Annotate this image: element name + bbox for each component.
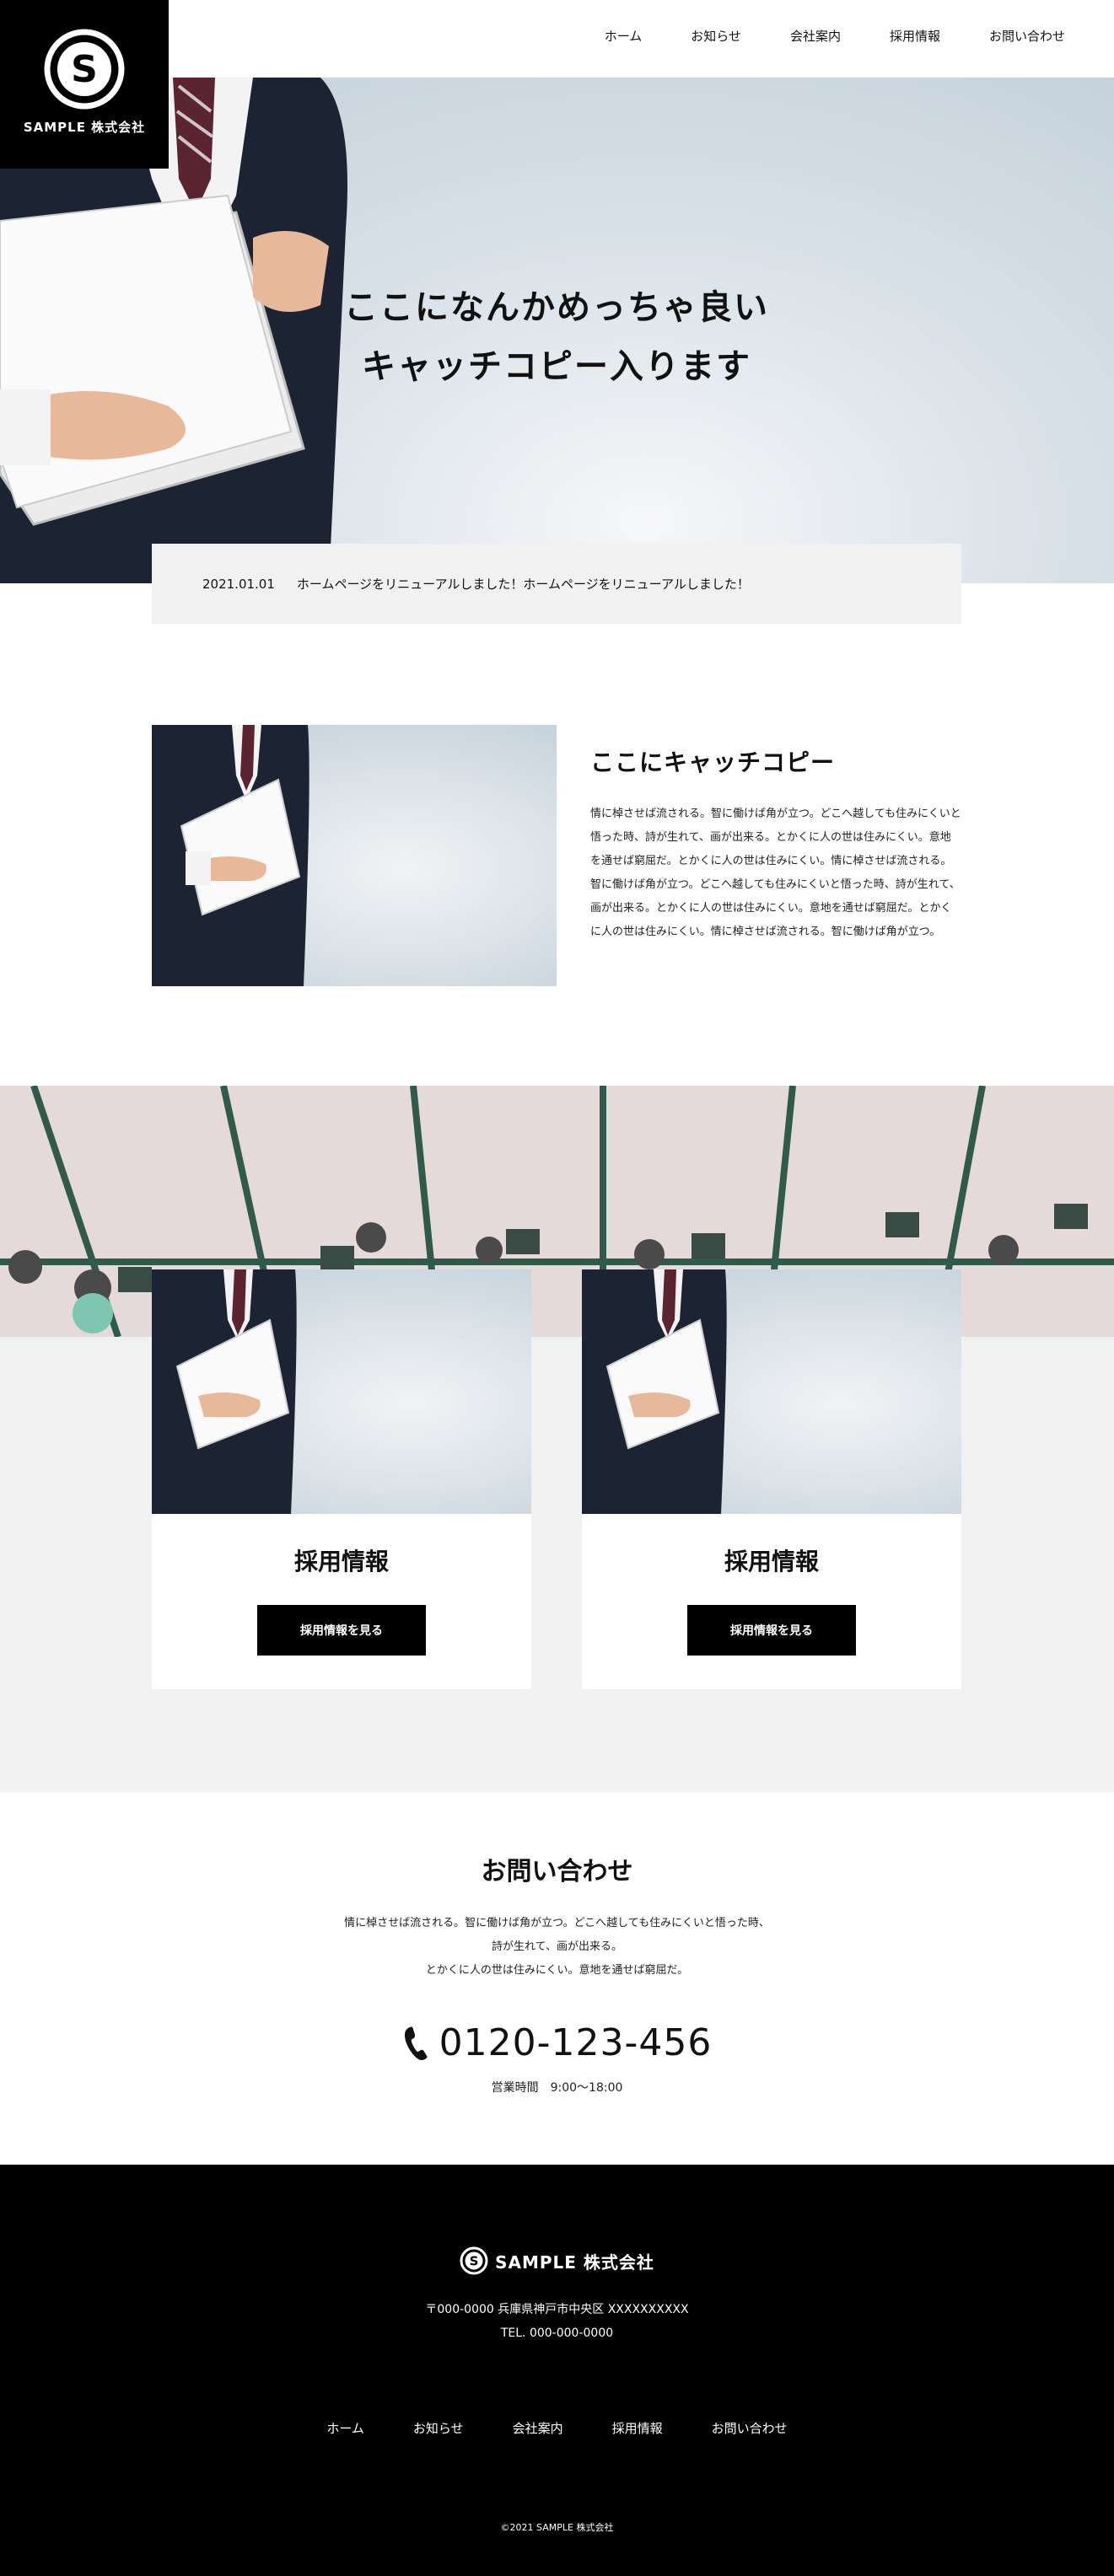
view-recruit-button-1[interactable]: 採用情報を見る xyxy=(257,1605,426,1656)
nav-item-recruit[interactable]: 採用情報 xyxy=(890,27,940,45)
news-bar[interactable]: 2021.01.01 ホームページをリニューアルしました！ホームページをリニュー… xyxy=(152,544,961,624)
footer-address: 〒000-0000 兵庫県神戸市中央区 XXXXXXXXXX xyxy=(425,2303,689,2316)
business-hours: 営業時間 9:00〜18:00 xyxy=(491,2081,623,2095)
hero-catchcopy: ここになんかめっちゃ良い キャッチコピー入ります xyxy=(278,278,835,396)
contact-line-1: 情に棹させば流される。智に働けば角が立つ。どこへ越しても住みにくいと悟った時、 xyxy=(344,1917,770,1929)
contact-title: お問い合わせ xyxy=(481,1857,633,1886)
footer-logo[interactable]: S SAMPLE 株式会社 xyxy=(0,2246,1114,2275)
intro-title: ここにキャッチコピー xyxy=(590,749,836,776)
footer: S SAMPLE 株式会社 〒000-0000 兵庫県神戸市中央区 XXXXXX… xyxy=(0,2165,1114,2576)
recruit-card-2: 採用情報 採用情報を見る xyxy=(582,1269,961,1689)
svg-text:S: S xyxy=(470,2254,479,2269)
contact-line-3: とかくに人の世は住みにくい。意地を通せば窮屈だ。 xyxy=(425,1964,689,1977)
footer-nav: ホーム お知らせ 会社案内 採用情報 お問い合わせ xyxy=(0,2419,1114,2437)
main-nav: ホーム お知らせ 会社案内 採用情報 お問い合わせ xyxy=(605,27,1065,45)
nav-item-home[interactable]: ホーム xyxy=(605,27,643,45)
s-logo-icon: S xyxy=(44,29,125,110)
footer-nav-recruit[interactable]: 採用情報 xyxy=(612,2419,663,2437)
nav-item-company[interactable]: 会社案内 xyxy=(790,27,841,45)
recruit-card-1-image xyxy=(152,1269,531,1514)
footer-nav-company[interactable]: 会社案内 xyxy=(513,2419,563,2437)
phone-number-link[interactable]: 0120-123-456 xyxy=(0,2021,1114,2064)
logo[interactable]: S SAMPLE 株式会社 xyxy=(0,0,169,169)
news-text: ホームページをリニューアルしました！ホームページをリニューアルしました！ xyxy=(296,577,750,592)
businessman-photo xyxy=(152,725,309,986)
view-recruit-button-2[interactable]: 採用情報を見る xyxy=(687,1605,856,1656)
s-logo-icon: S xyxy=(460,2246,488,2275)
hero-line-1: ここになんかめっちゃ良い xyxy=(344,288,769,327)
businessman-photo xyxy=(152,1269,297,1514)
footer-nav-home[interactable]: ホーム xyxy=(326,2419,364,2437)
news-date: 2021.01.01 xyxy=(202,576,275,592)
footer-address-block: 〒000-0000 兵庫県神戸市中央区 XXXXXXXXXX TEL. 000-… xyxy=(0,2298,1114,2345)
footer-brand-name: SAMPLE 株式会社 xyxy=(495,2251,654,2273)
recruit-card-2-image xyxy=(582,1269,961,1514)
nav-item-contact[interactable]: お問い合わせ xyxy=(989,27,1065,45)
businessman-photo xyxy=(582,1269,727,1514)
intro-body: 情に棹させば流される。智に働けば角が立つ。どこへ越しても住みにくいと悟った時、詩… xyxy=(590,808,961,938)
footer-nav-contact[interactable]: お問い合わせ xyxy=(712,2419,788,2437)
phone-icon xyxy=(404,2026,428,2060)
footer-nav-news[interactable]: お知らせ xyxy=(413,2419,464,2437)
copyright: ©2021 SAMPLE 株式会社 xyxy=(500,2522,614,2533)
phone-number: 0120-123-456 xyxy=(439,2021,713,2064)
svg-text:S: S xyxy=(71,48,98,91)
footer-tel: TEL. 000-000-0000 xyxy=(500,2326,614,2340)
contact-text: 情に棹させば流される。智に働けば角が立つ。どこへ越しても住みにくいと悟った時、 … xyxy=(0,1912,1114,1983)
recruit-card-1: 採用情報 採用情報を見る xyxy=(152,1269,531,1689)
contact-line-2: 詩が生れて、画が出来る。 xyxy=(492,1940,622,1953)
logo-text: SAMPLE 株式会社 xyxy=(23,120,146,135)
recruit-card-2-title: 採用情報 xyxy=(724,1548,819,1575)
hero-line-2: キャッチコピー入ります xyxy=(362,347,751,386)
nav-item-news[interactable]: お知らせ xyxy=(691,27,741,45)
intro-image xyxy=(152,725,557,986)
recruit-card-1-title: 採用情報 xyxy=(293,1548,389,1575)
